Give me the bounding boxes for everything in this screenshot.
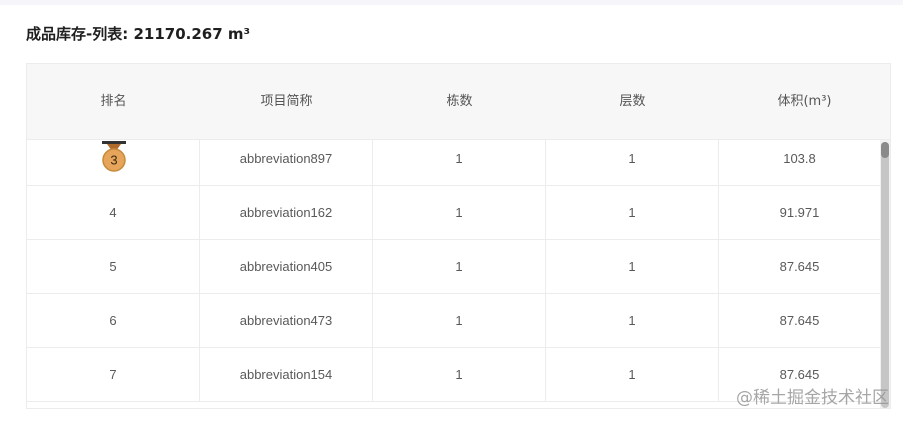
cell-buildings: 1: [373, 140, 546, 186]
cell-volume: 87.645: [779, 313, 820, 328]
table-row[interactable]: 6 abbreviation473 1 1 87.645: [27, 294, 880, 348]
cell-floors: 1: [546, 348, 719, 402]
header-buildings[interactable]: 栋数: [373, 64, 546, 140]
vertical-scrollbar[interactable]: [880, 140, 890, 408]
cell-floors: 1: [546, 186, 719, 240]
cell-rank: 5: [27, 240, 200, 294]
cell-floors: 1: [546, 240, 719, 294]
table-rows: 3 abbreviation897 1 1 103.8 4 abbreviation162 1…: [27, 140, 880, 402]
table-row[interactable]: 5 abbreviation405 1 1 87.645: [27, 240, 880, 294]
cell-rank: 3: [27, 140, 200, 186]
bronze-medal-icon: 3: [102, 141, 126, 172]
cell-floors: 1: [546, 294, 719, 348]
header-volume[interactable]: 体积(m³): [719, 64, 890, 140]
watermark: @稀土掘金技术社区: [736, 388, 889, 408]
cell-project-name: abbreviation473: [200, 294, 373, 348]
cell-rank: 4: [27, 186, 200, 240]
cell-project-name: abbreviation162: [200, 186, 373, 240]
table-body[interactable]: 3 abbreviation897 1 1 103.8 4 abbreviation162 1…: [27, 140, 880, 408]
cell-project-name: abbreviation897: [200, 140, 373, 186]
cell-volume: 91.971: [779, 205, 820, 220]
cell-volume: 87.645: [779, 259, 820, 274]
cell-buildings: 1: [373, 294, 546, 348]
cell-project-name: abbreviation405: [200, 240, 373, 294]
scrollbar-thumb[interactable]: [881, 142, 889, 158]
cell-buildings: 1: [373, 186, 546, 240]
inventory-table: 排名 项目简称 栋数 层数 体积(m³) 3 abbreviation897 1 1 1…: [26, 63, 891, 409]
table-header: 排名 项目简称 栋数 层数 体积(m³): [27, 64, 890, 140]
table-row[interactable]: 3 abbreviation897 1 1 103.8: [27, 140, 880, 186]
header-rank[interactable]: 排名: [27, 64, 200, 140]
inventory-card: 成品库存-列表: 21170.267 m³ 排名 项目简称 栋数 层数 体积(m…: [0, 5, 903, 422]
cell-buildings: 1: [373, 240, 546, 294]
page-title: 成品库存-列表: 21170.267 m³: [26, 25, 251, 43]
header-project-name[interactable]: 项目简称: [200, 64, 373, 140]
medal-rank: 3: [110, 153, 117, 168]
cell-floors: 1: [546, 140, 719, 186]
cell-buildings: 1: [373, 348, 546, 402]
scrollbar-track-thumb[interactable]: [881, 142, 889, 408]
cell-rank: 7: [27, 348, 200, 402]
cell-volume: 103.8: [783, 151, 816, 166]
cell-project-name: abbreviation154: [200, 348, 373, 402]
header-floors[interactable]: 层数: [546, 64, 719, 140]
cell-rank: 6: [27, 294, 200, 348]
table-row[interactable]: 4 abbreviation162 1 1 91.971: [27, 186, 880, 240]
